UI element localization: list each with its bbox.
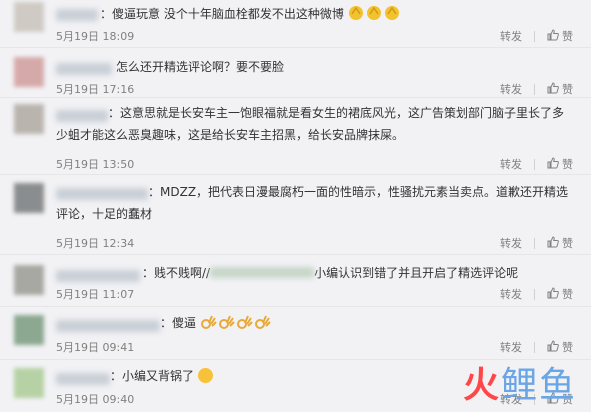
comment-actions: 转发 赞 <box>500 235 573 251</box>
like-label: 赞 <box>562 341 573 354</box>
comment-body-suffix: 小编认识到错了并且开启了精选评论呢 <box>314 266 519 280</box>
timestamp: 5月19日 17:16 <box>56 83 135 96</box>
divider <box>534 341 535 353</box>
timestamp: 5月19日 09:41 <box>56 341 135 354</box>
comment-text: ：傻逼玩意 没个十年脑血栓都发不出这种微博 <box>100 3 573 25</box>
ok-hand-emoji-icon <box>254 315 271 329</box>
repost-button[interactable]: 转发 <box>500 235 522 251</box>
comment-item: ：贱不贱啊// 小编认识到错了并且开启了精选评论呢 5月19日 11:07 转发 … <box>0 255 591 307</box>
like-button[interactable]: 赞 <box>547 81 573 97</box>
like-label: 赞 <box>562 158 573 171</box>
repost-button[interactable]: 转发 <box>500 286 522 302</box>
username-blurred[interactable] <box>56 373 110 385</box>
ok-hand-emoji-icon <box>200 315 217 329</box>
thumbs-up-icon <box>547 29 559 41</box>
comment-item: ：MDZZ，把代表日漫最腐朽一面的性暗示，性骚扰元素当卖点。道歉还开精选评论，十… <box>0 175 591 255</box>
timestamp: 5月19日 18:09 <box>56 30 135 43</box>
like-button[interactable]: 赞 <box>547 156 573 172</box>
username-blurred[interactable] <box>56 320 160 332</box>
like-button[interactable]: 赞 <box>547 235 573 251</box>
username-blurred[interactable] <box>56 63 112 75</box>
divider <box>534 158 535 170</box>
comment-text: ：贱不贱啊// 小编认识到错了并且开启了精选评论呢 <box>142 262 573 284</box>
comment-item: ：傻逼 5月19日 09:41 转发 赞 <box>0 307 591 360</box>
comment-body: ：MDZZ，把代表日漫最腐朽一面的性暗示，性骚扰元素当卖点。道歉还开精选评论，十… <box>56 185 569 221</box>
like-button[interactable]: 赞 <box>547 286 573 302</box>
like-button[interactable]: 赞 <box>547 28 573 44</box>
comment-body: ：小编又背锅了 <box>110 369 195 383</box>
like-button[interactable]: 赞 <box>547 339 573 355</box>
comment-item: ：这意思就是长安车主一饱眼福就是看女生的裙底风光，这广告策划部门脑子里长了多少蛆… <box>0 98 591 175</box>
comment-actions: 转发 赞 <box>500 156 573 172</box>
timestamp: 5月19日 12:34 <box>56 237 135 250</box>
comment-text: ：这意思就是长安车主一饱眼福就是看女生的裙底风光，这广告策划部门脑子里长了多少蛆… <box>56 102 573 146</box>
username-blurred[interactable] <box>56 9 98 21</box>
avatar[interactable] <box>14 368 44 398</box>
thumbs-up-icon <box>547 287 559 299</box>
avatar[interactable] <box>14 2 44 32</box>
thumbs-up-icon <box>547 157 559 169</box>
ok-hand-emoji-icon <box>218 315 235 329</box>
comment-item: ：傻逼玩意 没个十年脑血栓都发不出这种微博 5月19日 18:09 转发 赞 <box>0 0 591 48</box>
comment-body: ：傻逼玩意 没个十年脑血栓都发不出这种微博 <box>100 7 344 21</box>
watermark-char: 火 <box>462 365 501 406</box>
divider <box>534 288 535 300</box>
thumbs-up-icon <box>547 236 559 248</box>
comment-item: 怎么还开精选评论啊？要不要脸 5月19日 17:16 转发 赞 <box>0 48 591 98</box>
comment-text: ：傻逼 <box>160 312 573 334</box>
comment-body: 怎么还开精选评论啊？要不要脸 <box>116 60 285 74</box>
repost-button[interactable]: 转发 <box>500 339 522 355</box>
like-label: 赞 <box>562 83 573 96</box>
watermark-logo: 火鲤鱼 <box>463 356 577 408</box>
thumbs-up-icon <box>547 340 559 352</box>
comment-text: 怎么还开精选评论啊？要不要脸 <box>116 56 573 78</box>
repost-button[interactable]: 转发 <box>500 156 522 172</box>
divider <box>534 83 535 95</box>
avatar[interactable] <box>14 265 44 295</box>
thumbs-up-icon <box>547 82 559 94</box>
avatar[interactable] <box>14 57 44 87</box>
timestamp: 5月19日 13:50 <box>56 158 135 171</box>
comment-actions: 转发 赞 <box>500 81 573 97</box>
comment-actions: 转发 赞 <box>500 339 573 355</box>
comment-text: ：MDZZ，把代表日漫最腐朽一面的性暗示，性骚扰元素当卖点。道歉还开精选评论，十… <box>56 181 573 225</box>
watermark-char: 鲤 <box>500 365 539 406</box>
repost-button[interactable]: 转发 <box>500 28 522 44</box>
comment-body: ：傻逼 <box>160 316 197 330</box>
mention-blurred[interactable] <box>210 267 315 278</box>
avatar[interactable] <box>14 104 44 134</box>
timestamp: 5月19日 09:40 <box>56 393 135 406</box>
clap-emoji-icon <box>384 6 399 20</box>
like-label: 赞 <box>562 30 573 43</box>
like-label: 赞 <box>562 237 573 250</box>
watermark-char: 鱼 <box>538 365 577 406</box>
comment-body: ：贱不贱啊// <box>142 266 211 280</box>
timestamp: 5月19日 11:07 <box>56 288 135 301</box>
clap-emoji-icon <box>366 6 381 20</box>
comment-body: ：这意思就是长安车主一饱眼福就是看女生的裙底风光，这广告策划部门脑子里长了多少蛆… <box>56 106 565 142</box>
ok-hand-emoji-icon <box>236 315 253 329</box>
like-label: 赞 <box>562 288 573 301</box>
username-blurred[interactable] <box>56 270 140 282</box>
grin-emoji-icon <box>197 368 213 383</box>
repost-button[interactable]: 转发 <box>500 81 522 97</box>
divider <box>534 237 535 249</box>
comment-actions: 转发 赞 <box>500 286 573 302</box>
comment-actions: 转发 赞 <box>500 28 573 44</box>
avatar[interactable] <box>14 183 44 213</box>
clap-emoji-icon <box>348 6 363 20</box>
avatar[interactable] <box>14 315 44 345</box>
divider <box>534 30 535 42</box>
